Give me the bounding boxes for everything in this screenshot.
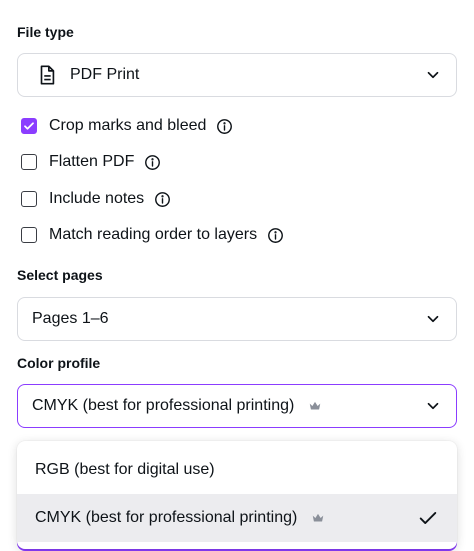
crown-icon bbox=[310, 401, 321, 410]
select-pages-select[interactable]: Pages 1–6 bbox=[17, 297, 457, 341]
include-notes-checkbox[interactable] bbox=[21, 191, 37, 207]
chevron-down-icon bbox=[427, 71, 439, 79]
file-type-select[interactable]: PDF Print bbox=[17, 53, 457, 97]
crop-marks-checkbox[interactable] bbox=[21, 118, 37, 134]
reading-order-label: Match reading order to layers bbox=[49, 226, 258, 243]
crop-marks-label: Crop marks and bleed bbox=[49, 117, 207, 134]
color-profile-select[interactable]: CMYK (best for professional printing) bbox=[17, 384, 457, 428]
checkmark-icon bbox=[419, 512, 437, 524]
chevron-down-icon bbox=[427, 315, 439, 323]
color-profile-value: CMYK (best for professional printing) bbox=[32, 397, 295, 414]
reading-order-checkbox[interactable] bbox=[21, 227, 37, 243]
file-type-value: PDF Print bbox=[70, 66, 140, 83]
menu-option-label: CMYK (best for professional printing) bbox=[35, 509, 298, 526]
info-icon[interactable] bbox=[267, 227, 284, 244]
color-profile-label: Color profile bbox=[17, 355, 101, 371]
flatten-pdf-label: Flatten PDF bbox=[49, 153, 135, 170]
menu-option-rgb[interactable]: RGB (best for digital use) bbox=[17, 446, 457, 494]
include-notes-label: Include notes bbox=[49, 190, 145, 207]
file-type-label: File type bbox=[17, 24, 74, 40]
info-icon[interactable] bbox=[154, 191, 171, 208]
file-document-icon bbox=[40, 65, 55, 85]
color-profile-menu: RGB (best for digital use) CMYK (best fo… bbox=[17, 441, 457, 549]
select-pages-label: Select pages bbox=[17, 267, 103, 283]
info-icon[interactable] bbox=[216, 118, 233, 135]
select-pages-value: Pages 1–6 bbox=[32, 310, 109, 327]
crop-marks-option[interactable]: Crop marks and bleed bbox=[21, 114, 233, 138]
menu-option-label: RGB (best for digital use) bbox=[35, 461, 215, 478]
menu-option-cmyk[interactable]: CMYK (best for professional printing) bbox=[17, 494, 457, 542]
crown-icon bbox=[313, 513, 324, 522]
flatten-pdf-option[interactable]: Flatten PDF bbox=[21, 150, 161, 174]
info-icon[interactable] bbox=[144, 154, 161, 171]
chevron-down-icon bbox=[427, 402, 439, 410]
include-notes-option[interactable]: Include notes bbox=[21, 187, 171, 211]
reading-order-option[interactable]: Match reading order to layers bbox=[21, 223, 284, 247]
flatten-pdf-checkbox[interactable] bbox=[21, 154, 37, 170]
checkmark-icon bbox=[24, 122, 34, 130]
